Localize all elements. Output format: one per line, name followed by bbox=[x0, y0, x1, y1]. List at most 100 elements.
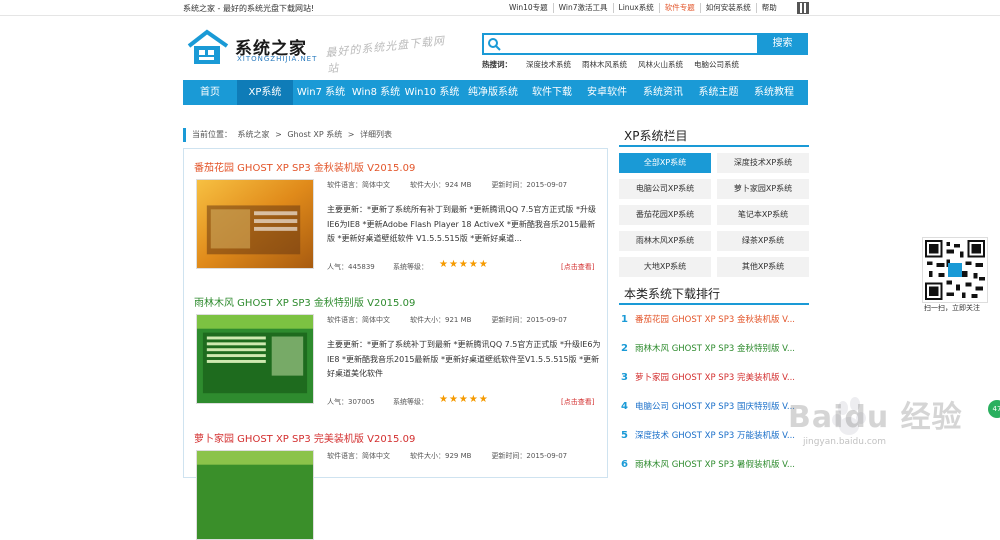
item-title[interactable]: 萝卜家园 GHOST XP SP3 完美装机版 V2015.09 bbox=[194, 430, 415, 445]
item-title[interactable]: 番茄花园 GHOST XP SP3 金秋装机版 V2015.09 bbox=[194, 159, 415, 174]
hot-search-link[interactable]: 深度技术系统 bbox=[526, 59, 571, 70]
top-link-win7-activator[interactable]: Win7激活工具 bbox=[554, 3, 614, 13]
top-link-linux[interactable]: Linux系统 bbox=[614, 3, 660, 13]
item-date: 更新时间：2015-09-07 bbox=[491, 316, 568, 324]
item-size: 软件大小：924 MB bbox=[410, 181, 472, 189]
top-links: Win10专题 Win7激活工具 Linux系统 软件专题 如何安装系统 帮助 bbox=[504, 3, 782, 13]
site-slogan: 系统之家 - 最好的系统光盘下载网站! bbox=[183, 4, 315, 13]
category-laptop-xp[interactable]: 笔记本XP系统 bbox=[717, 205, 809, 225]
hot-search-link[interactable]: 风林火山系统 bbox=[638, 59, 683, 70]
top-bar: 系统之家 - 最好的系统光盘下载网站! Win10专题 Win7激活工具 Lin… bbox=[0, 0, 1000, 16]
ranking-title: 萝卜家园 GHOST XP SP3 完美装机版 V... bbox=[635, 373, 795, 383]
category-luobo-xp[interactable]: 萝卜家园XP系统 bbox=[717, 179, 809, 199]
top-link-help[interactable]: 帮助 bbox=[757, 3, 782, 13]
breadcrumb-separator: > bbox=[347, 130, 355, 139]
nav-tutorials[interactable]: 系统教程 bbox=[746, 80, 802, 105]
item-thumbnail[interactable] bbox=[196, 450, 314, 540]
nav-themes[interactable]: 系统主题 bbox=[691, 80, 746, 105]
breadcrumb-xp[interactable]: Ghost XP 系统 bbox=[287, 130, 342, 139]
top-link-install-guide[interactable]: 如何安装系统 bbox=[701, 3, 757, 13]
breadcrumb-current: 详细列表 bbox=[360, 130, 392, 139]
category-all-xp[interactable]: 全部XP系统 bbox=[619, 153, 711, 173]
nav-home[interactable]: 首页 bbox=[183, 80, 237, 105]
hot-search-link[interactable]: 电脑公司系统 bbox=[694, 59, 739, 70]
qr-code-icon[interactable] bbox=[922, 237, 988, 303]
qr-code-icon[interactable] bbox=[797, 2, 809, 14]
nav-xp[interactable]: XP系统 bbox=[237, 80, 293, 105]
site-logo[interactable]: 系统之家 XITONGZHIJIA.NET 最好的系统光盘下载网站 bbox=[183, 28, 453, 76]
category-dngs-xp[interactable]: 电脑公司XP系统 bbox=[619, 179, 711, 199]
system-list: 番茄花园 GHOST XP SP3 金秋装机版 V2015.09 软件语言：简体… bbox=[183, 148, 608, 540]
item-rating-label: 系统等级： bbox=[393, 263, 428, 271]
item-language: 软件语言：简体中文 bbox=[327, 452, 390, 460]
star-rating-icon: ★★★★★ bbox=[439, 259, 489, 270]
download-ranking-title: 本类系统下载排行 bbox=[619, 283, 809, 305]
breadcrumb-prefix: 当前位置： bbox=[192, 130, 232, 139]
search-button[interactable]: 搜索 bbox=[757, 33, 808, 55]
nav-win10[interactable]: Win10 系统 bbox=[403, 80, 461, 105]
watermark-text: Baidu 经验 bbox=[788, 400, 963, 435]
category-deepin-xp[interactable]: 深度技术XP系统 bbox=[717, 153, 809, 173]
ranking-item[interactable]: 1 番茄花园 GHOST XP SP3 金秋装机版 V... bbox=[621, 313, 806, 325]
item-size: 软件大小：929 MB bbox=[410, 452, 472, 460]
item-language: 软件语言：简体中文 bbox=[327, 316, 390, 324]
item-rating-label: 系统等级： bbox=[393, 398, 428, 406]
item-popularity: 人气：445839 bbox=[327, 263, 375, 271]
nav-win8[interactable]: Win8 系统 bbox=[349, 80, 403, 105]
qr-follow-label: 扫一扫，立即关注 bbox=[924, 304, 980, 312]
nav-win7[interactable]: Win7 系统 bbox=[293, 80, 349, 105]
item-thumbnail[interactable] bbox=[196, 314, 314, 404]
item-size: 软件大小：921 MB bbox=[410, 316, 472, 324]
hot-searches-label: 热搜词： bbox=[482, 60, 512, 69]
item-language: 软件语言：简体中文 bbox=[327, 181, 390, 189]
hot-search-link[interactable]: 雨林木风系统 bbox=[582, 59, 627, 70]
category-ylmf-xp[interactable]: 雨林木风XP系统 bbox=[619, 231, 711, 251]
sidebar: XP系统栏目 全部XP系统 深度技术XP系统 电脑公司XP系统 萝卜家园XP系统… bbox=[619, 125, 809, 470]
search-input[interactable] bbox=[504, 36, 754, 52]
ranking-number: 5 bbox=[621, 430, 628, 441]
house-logo-icon bbox=[187, 29, 229, 64]
logo-url: XITONGZHIJIA.NET bbox=[237, 55, 318, 63]
ranking-title: 番茄花园 GHOST XP SP3 金秋装机版 V... bbox=[635, 315, 795, 325]
ranking-title: 雨林木风 GHOST XP SP3 金秋特别版 V... bbox=[635, 344, 795, 354]
xp-category-title: XP系统栏目 bbox=[619, 125, 809, 147]
ranking-number: 2 bbox=[621, 343, 628, 354]
item-thumbnail[interactable] bbox=[196, 179, 314, 269]
watermark-url: jingyan.baidu.com bbox=[803, 437, 887, 447]
item-date: 更新时间：2015-09-07 bbox=[491, 181, 568, 189]
item-meta: 软件语言：简体中文 软件大小：921 MB 更新时间：2015-09-07 bbox=[327, 315, 587, 325]
item-meta: 软件语言：简体中文 软件大小：924 MB 更新时间：2015-09-07 bbox=[327, 180, 587, 190]
item-description: 主要更新：*更新了系统补丁到最新 *更新腾讯QQ 7.5官方正式版 *升级IE6… bbox=[327, 340, 601, 378]
search-box: 搜索 bbox=[482, 33, 808, 55]
star-rating-icon: ★★★★★ bbox=[439, 394, 489, 405]
nav-pure[interactable]: 纯净版系统 bbox=[461, 80, 525, 105]
nav-android[interactable]: 安卓软件 bbox=[579, 80, 635, 105]
floating-badge[interactable]: 47 bbox=[988, 400, 1000, 418]
category-greentea-xp[interactable]: 绿茶XP系统 bbox=[717, 231, 809, 251]
item-date: 更新时间：2015-09-07 bbox=[491, 452, 568, 460]
item-meta: 软件语言：简体中文 软件大小：929 MB 更新时间：2015-09-07 bbox=[327, 451, 587, 461]
ranking-item[interactable]: 2 雨林木风 GHOST XP SP3 金秋特别版 V... bbox=[621, 342, 806, 354]
item-popularity: 人气：307005 bbox=[327, 398, 375, 406]
ranking-number: 1 bbox=[621, 314, 628, 325]
category-other-xp[interactable]: 其他XP系统 bbox=[717, 257, 809, 277]
search-icon bbox=[488, 38, 501, 51]
category-tomato-xp[interactable]: 番茄花园XP系统 bbox=[619, 205, 711, 225]
ranking-number: 4 bbox=[621, 401, 628, 412]
main-nav: 首页 XP系统 Win7 系统 Win8 系统 Win10 系统 纯净版系统 软… bbox=[183, 80, 808, 105]
item-title[interactable]: 雨林木风 GHOST XP SP3 金秋特别版 V2015.09 bbox=[194, 294, 415, 309]
logo-slogan: 最好的系统光盘下载网站 bbox=[324, 34, 446, 76]
category-dadi-xp[interactable]: 大地XP系统 bbox=[619, 257, 711, 277]
view-details-link[interactable]: [点击查看] bbox=[561, 397, 594, 407]
ranking-item[interactable]: 3 萝卜家园 GHOST XP SP3 完美装机版 V... bbox=[621, 371, 806, 383]
nav-software[interactable]: 软件下载 bbox=[525, 80, 579, 105]
breadcrumb-home[interactable]: 系统之家 bbox=[238, 130, 270, 139]
ranking-number: 6 bbox=[621, 459, 628, 470]
nav-news[interactable]: 系统资讯 bbox=[635, 80, 691, 105]
breadcrumb-separator: > bbox=[275, 130, 282, 139]
hot-searches: 热搜词： 深度技术系统 雨林木风系统 风林火山系统 电脑公司系统 bbox=[482, 59, 750, 70]
top-link-software[interactable]: 软件专题 bbox=[660, 3, 701, 13]
top-link-win10[interactable]: Win10专题 bbox=[504, 3, 554, 13]
item-description: 主要更新：*更新了系统所有补丁到最新 *更新腾讯QQ 7.5官方正式版 *升级I… bbox=[327, 205, 596, 243]
view-details-link[interactable]: [点击查看] bbox=[561, 262, 594, 272]
